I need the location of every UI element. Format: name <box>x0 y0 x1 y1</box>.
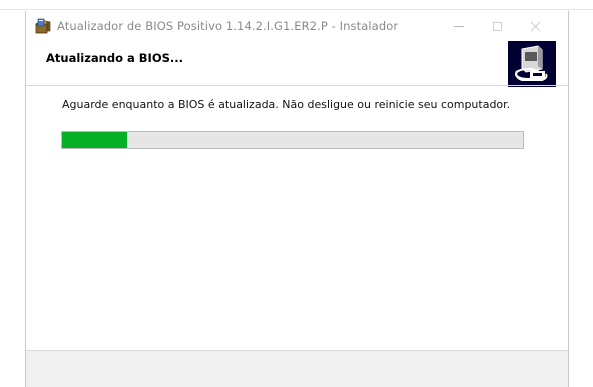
button-footer <box>26 350 568 387</box>
header-divider <box>26 85 568 86</box>
minimize-button[interactable] <box>440 11 478 41</box>
header-logo <box>508 41 556 87</box>
maximize-button[interactable] <box>478 11 516 41</box>
computer-disk-icon <box>515 45 548 81</box>
status-message: Aguarde enquanto a BIOS é atualizada. Nã… <box>62 98 511 111</box>
close-button[interactable] <box>516 11 554 41</box>
close-icon <box>530 21 541 32</box>
wizard-header: Atualizando a BIOS... <box>26 41 568 87</box>
top-divider <box>0 9 593 10</box>
maximize-icon <box>492 21 502 31</box>
installer-box-icon <box>35 18 51 34</box>
installer-window: Atualizador de BIOS Positivo 1.14.2.I.G1… <box>25 11 569 387</box>
desktop-background: Atualizador de BIOS Positivo 1.14.2.I.G1… <box>0 0 593 387</box>
window-title: Atualizador de BIOS Positivo 1.14.2.I.G1… <box>57 19 399 33</box>
minimize-icon <box>454 25 464 27</box>
progress-fill <box>62 132 127 148</box>
progress-bar <box>61 131 524 149</box>
page-title: Atualizando a BIOS... <box>46 51 183 65</box>
title-bar[interactable]: Atualizador de BIOS Positivo 1.14.2.I.G1… <box>26 11 568 41</box>
